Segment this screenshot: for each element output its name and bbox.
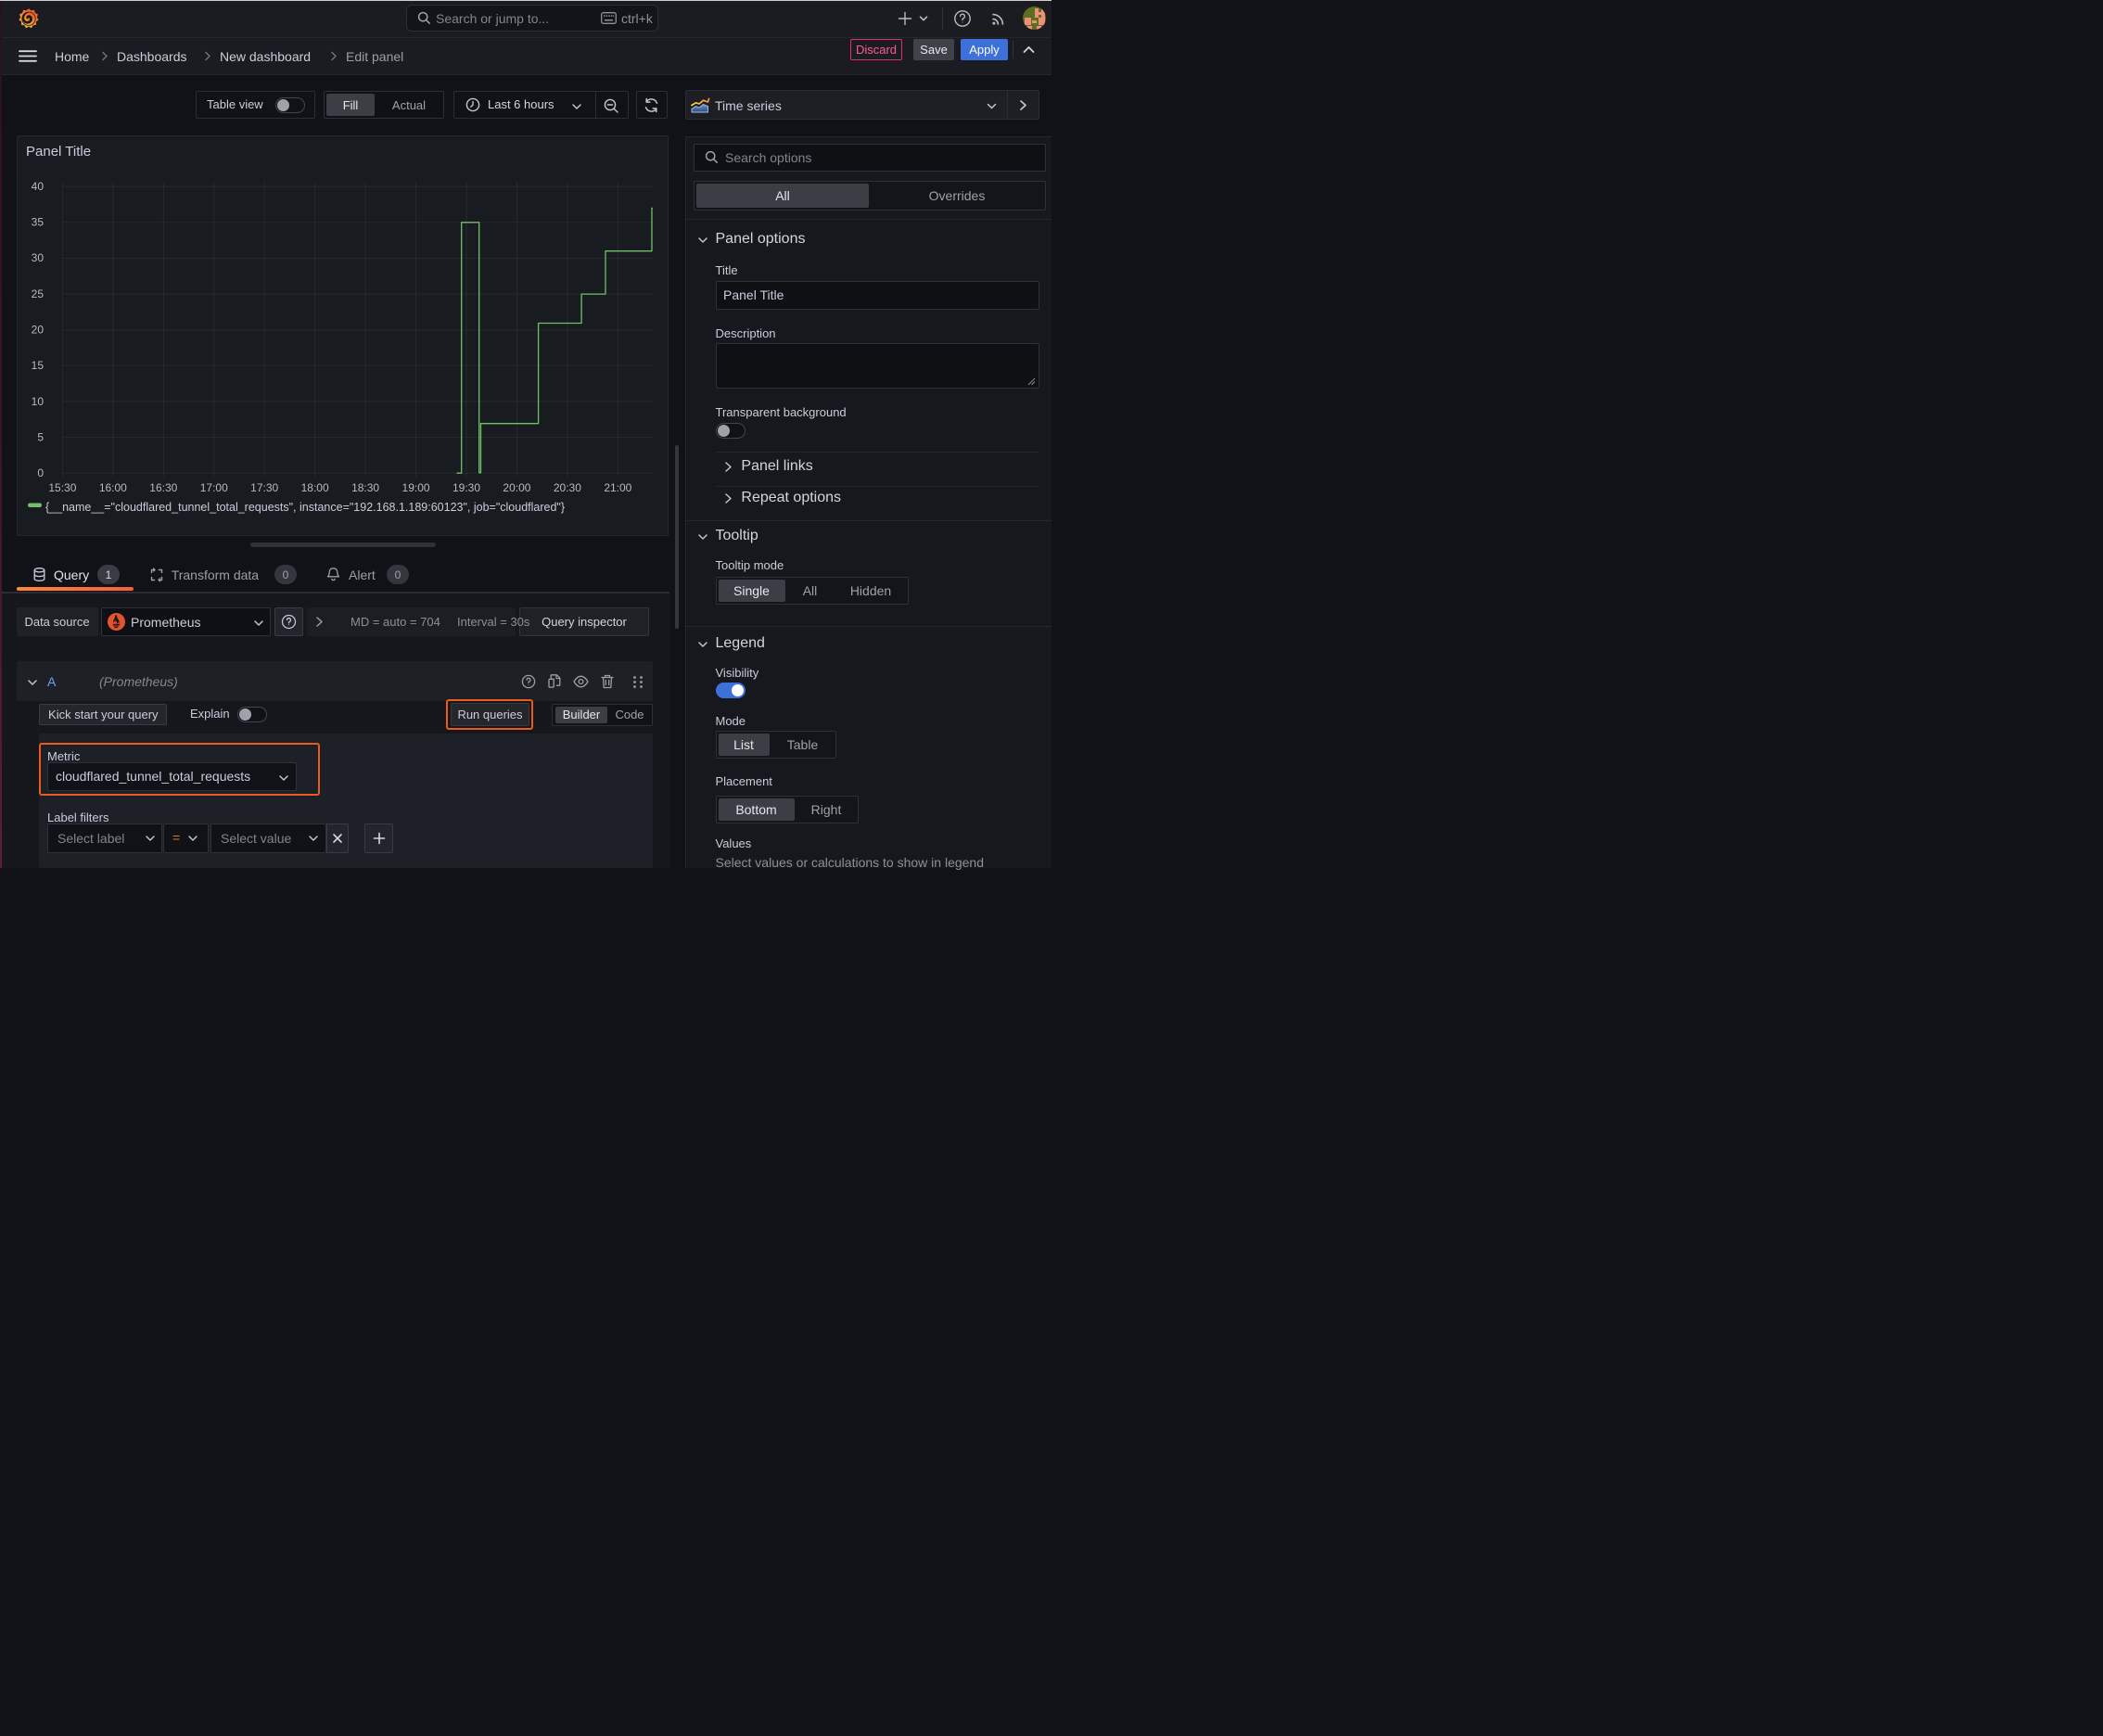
svg-text:17:00: 17:00 [200,481,228,494]
svg-text:18:30: 18:30 [351,481,379,494]
svg-text:19:00: 19:00 [402,481,430,494]
svg-text:{__name__="cloudflared_tunnel_: {__name__="cloudflared_tunnel_total_requ… [45,501,565,514]
svg-text:25: 25 [32,287,45,300]
svg-text:19:30: 19:30 [452,481,480,494]
svg-text:20:00: 20:00 [503,481,530,494]
svg-text:40: 40 [32,180,45,193]
svg-text:Panel Title: Panel Title [26,144,91,160]
svg-text:15: 15 [32,359,45,372]
svg-text:16:30: 16:30 [149,481,177,494]
svg-text:20:30: 20:30 [554,481,581,494]
svg-text:35: 35 [32,215,45,228]
svg-text:15:30: 15:30 [48,481,76,494]
svg-text:21:00: 21:00 [604,481,631,494]
svg-text:16:00: 16:00 [99,481,127,494]
svg-text:0: 0 [37,466,44,479]
svg-text:17:30: 17:30 [250,481,278,494]
svg-text:20: 20 [32,323,45,336]
svg-text:5: 5 [37,430,44,443]
svg-text:18:00: 18:00 [301,481,329,494]
svg-text:10: 10 [32,394,45,407]
svg-text:30: 30 [32,251,45,264]
